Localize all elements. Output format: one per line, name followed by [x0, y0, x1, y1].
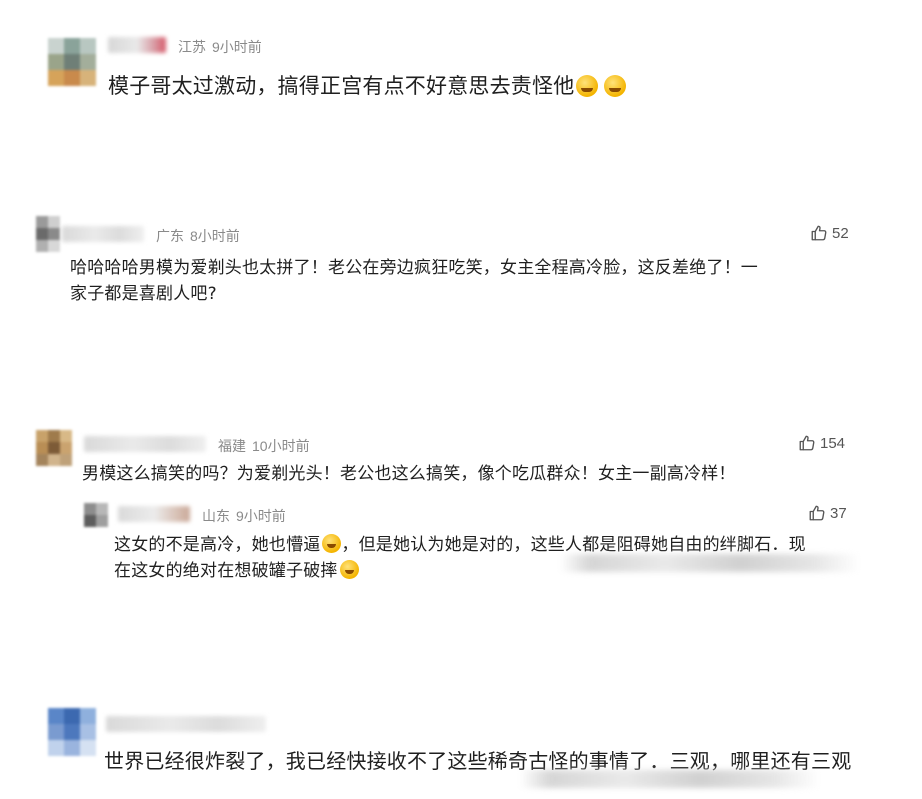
username[interactable]: [108, 37, 166, 53]
like-button[interactable]: 154: [798, 434, 845, 452]
comment-text: 哈哈哈哈男模为爱剃头也太拼了！老公在旁边疯狂吃笑，女主全程高冷脸，这反差绝了！一…: [70, 258, 758, 304]
location: 山东: [202, 508, 230, 524]
timestamp: 9小时前: [212, 39, 262, 55]
location: 福建: [218, 438, 246, 454]
like-count: 52: [832, 224, 849, 242]
timestamp: 9小时前: [236, 508, 286, 524]
thumbs-up-icon: [799, 435, 815, 451]
laugh-cry-emoji: [604, 75, 627, 97]
like-button[interactable]: 37: [808, 504, 847, 522]
comment-text: 模子哥太过激动，搞得正宫有点不好意思去责怪他: [108, 71, 627, 101]
thumbs-up-icon: [811, 225, 827, 241]
avatar[interactable]: [48, 38, 96, 86]
like-count: 37: [830, 504, 847, 522]
like-count: 154: [820, 434, 846, 452]
avatar[interactable]: [36, 430, 72, 466]
like-button[interactable]: 52: [810, 224, 849, 242]
username[interactable]: [62, 226, 144, 242]
blur-overlay: [560, 554, 860, 572]
timestamp: 8小时前: [190, 228, 240, 244]
thumbs-up-icon: [809, 505, 825, 521]
comment-meta: 山东 9小时前: [202, 506, 286, 526]
blur-overlay: [520, 770, 820, 788]
timestamp: 10小时前: [252, 438, 310, 454]
username[interactable]: [106, 716, 266, 732]
location: 江苏: [178, 39, 206, 55]
dizzy-face-emoji: [322, 534, 342, 553]
laugh-cry-emoji: [576, 75, 599, 97]
username[interactable]: [84, 436, 206, 452]
avatar[interactable]: [84, 503, 108, 527]
dizzy-face-emoji: [339, 560, 359, 579]
comment-meta: 江苏 9小时前: [178, 37, 262, 57]
avatar[interactable]: [48, 708, 96, 756]
username[interactable]: [118, 506, 190, 522]
location: 广东: [156, 228, 184, 244]
comment-meta: 广东 8小时前: [156, 226, 240, 246]
comment-meta: 福建 10小时前: [218, 436, 310, 456]
comment-text: 男模这么搞笑的吗？为爱剃光头！老公也这么搞笑，像个吃瓜群众！女主一副高冷样！: [82, 464, 736, 484]
avatar[interactable]: [36, 216, 60, 252]
